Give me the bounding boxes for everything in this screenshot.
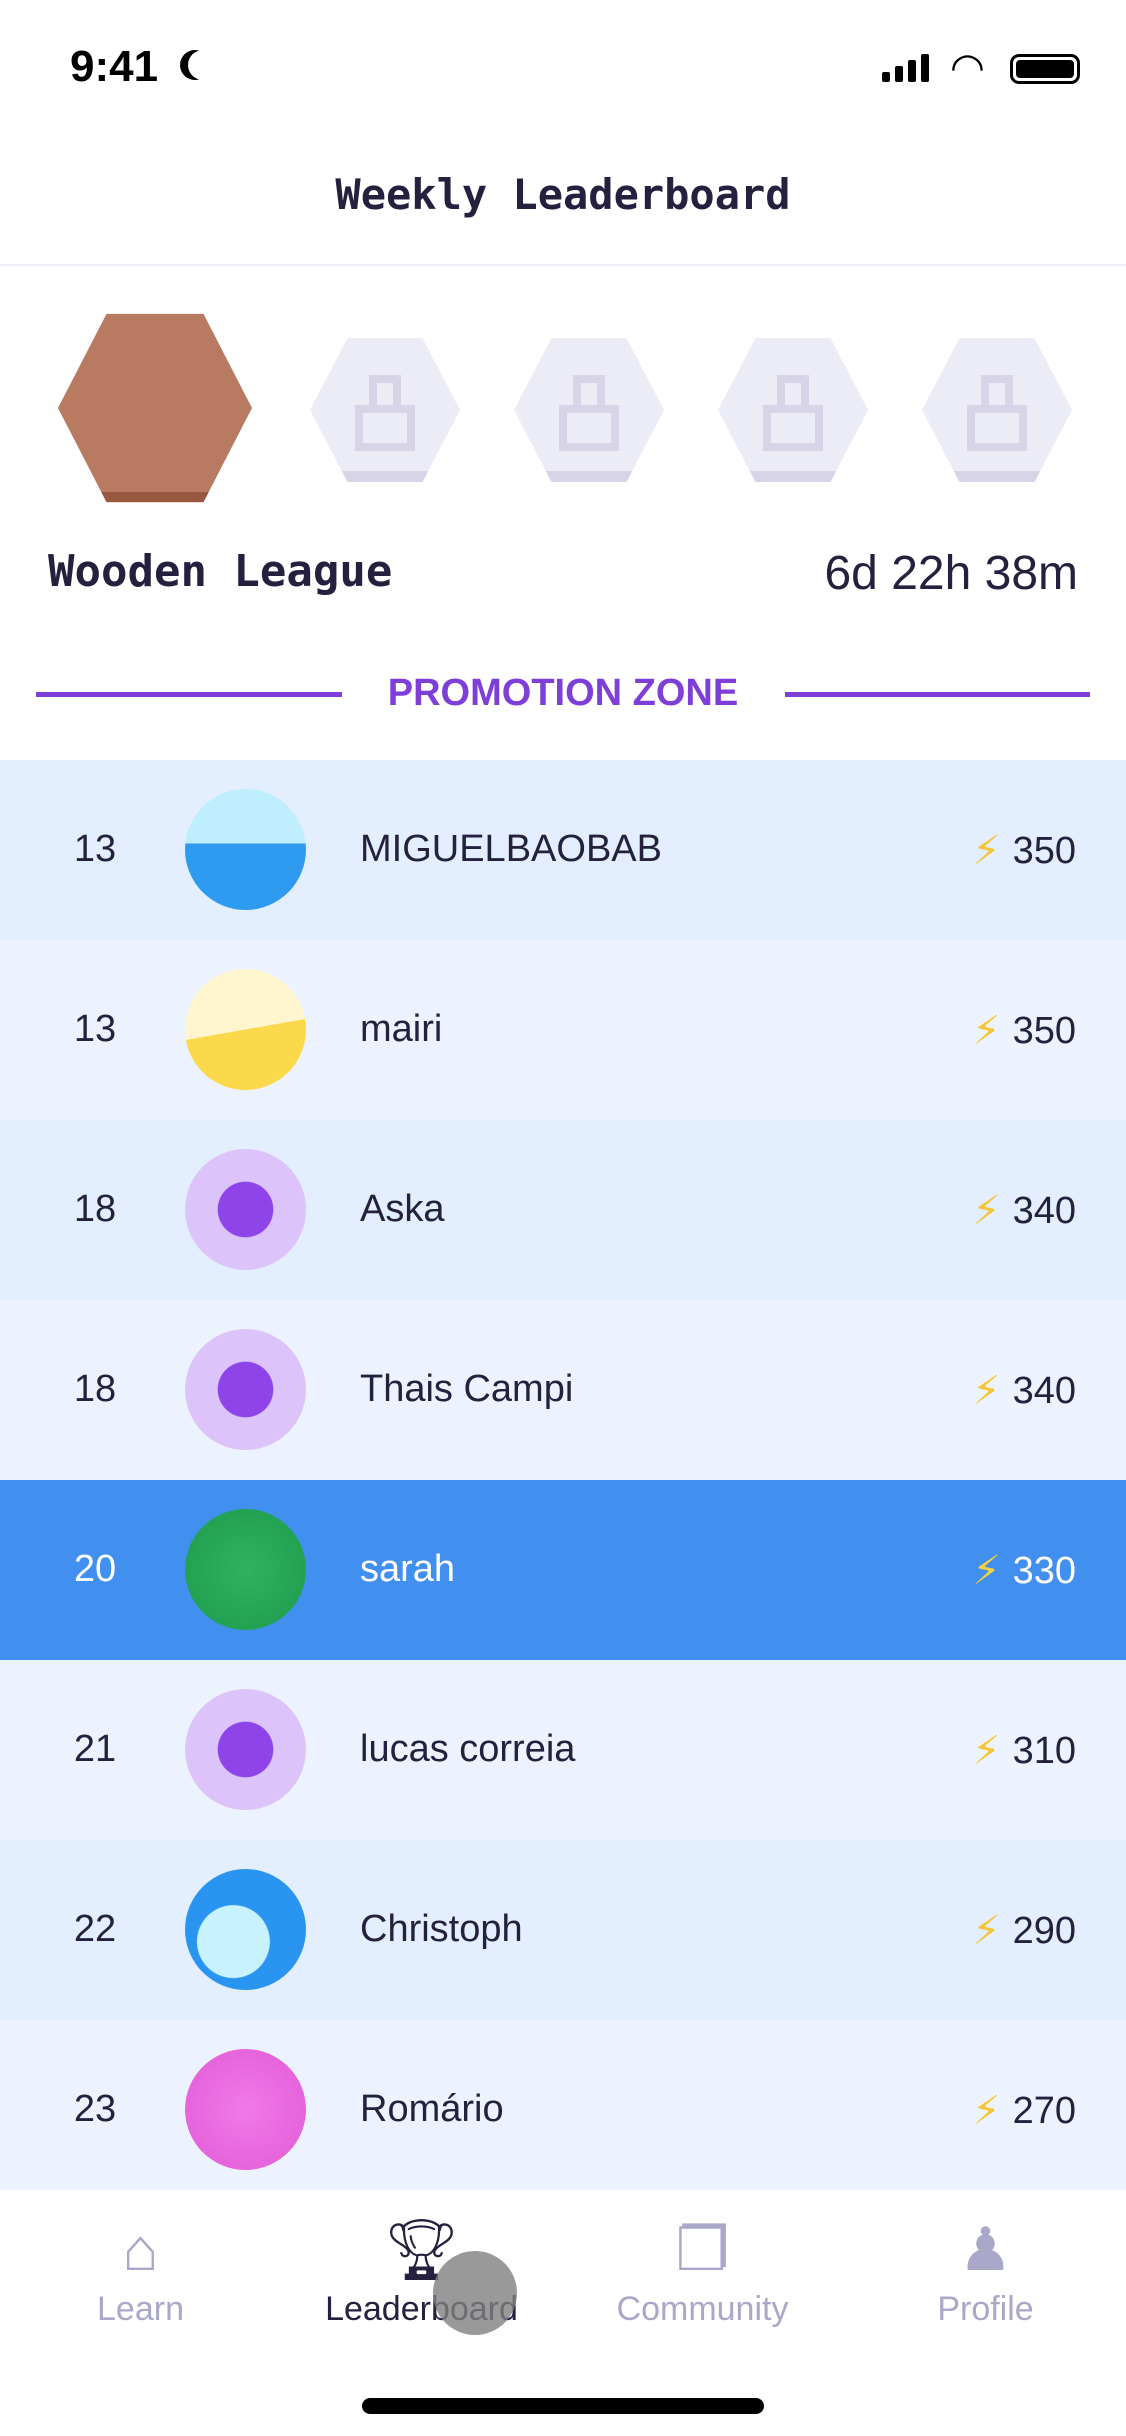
- league-badges: [0, 310, 1126, 510]
- person-icon: ♟︎: [958, 2216, 1013, 2283]
- sand-avatar: [185, 969, 306, 1090]
- lightning-bolt-icon: ⚡︎: [972, 1909, 1001, 1953]
- xp-score: ⚡︎ 350: [973, 1008, 1077, 1054]
- tab-profile[interactable]: ♟︎ Profile: [845, 2210, 1126, 2329]
- tab-label: Leaderboard: [325, 2290, 518, 2328]
- cube-avatar: [185, 1689, 306, 1810]
- locked-league-badge[interactable]: [514, 338, 664, 482]
- status-bar: 9:41 ◠: [0, 0, 1126, 135]
- rank: 21: [73, 1728, 117, 1770]
- graduation-cap-icon: ⌂: [122, 2216, 159, 2283]
- leaderboard-row[interactable]: 22 Christoph ⚡︎ 290: [0, 1840, 1126, 2020]
- xp-value: 340: [1012, 1189, 1076, 1232]
- tab-learn[interactable]: ⌂ Learn: [0, 2210, 281, 2329]
- promotion-zone-divider: PROMOTION ZONE: [0, 670, 1126, 720]
- leaderboard-row[interactable]: 18 Thais Campi ⚡︎ 340: [0, 1300, 1126, 1480]
- user-name: Aska: [360, 1188, 445, 1230]
- lock-icon: [559, 375, 619, 451]
- lightning-bolt-icon: ⚡︎: [972, 1549, 1001, 1593]
- tab-label: Profile: [937, 2290, 1034, 2328]
- promotion-zone-label: PROMOTION ZONE: [387, 672, 739, 714]
- cellular-signal-icon: [882, 52, 929, 82]
- tab-label: Community: [616, 2290, 789, 2328]
- rank: 13: [73, 828, 117, 870]
- lock-icon: [967, 375, 1027, 451]
- leaderboard-row[interactable]: 18 Aska ⚡︎ 340: [0, 1120, 1126, 1300]
- tab-community[interactable]: ❐ Community: [562, 2210, 843, 2329]
- wooden-league-badge[interactable]: [58, 313, 252, 503]
- rank: 18: [73, 1188, 117, 1230]
- status-time: 9:41: [70, 42, 159, 91]
- rank: 13: [73, 1008, 117, 1050]
- xp-score: ⚡︎ 350: [973, 828, 1077, 874]
- lightning-bolt-icon: ⚡︎: [972, 829, 1001, 873]
- locked-league-badge[interactable]: [718, 338, 868, 482]
- tab-label: Learn: [97, 2290, 184, 2328]
- user-name: mairi: [360, 1008, 443, 1050]
- lightning-bolt-icon: ⚡︎: [972, 1009, 1001, 1053]
- pink-pattern-avatar: [185, 2049, 306, 2170]
- xp-value: 340: [1012, 1369, 1076, 1412]
- moon-icon: [188, 50, 218, 80]
- lightning-bolt-icon: ⚡︎: [972, 1189, 1001, 1233]
- lock-icon: [355, 375, 415, 451]
- leaderboard-row[interactable]: 23 Romário ⚡︎ 270: [0, 2020, 1126, 2200]
- rank: 22: [73, 1908, 117, 1950]
- user-name: sarah: [360, 1548, 456, 1590]
- xp-score: ⚡︎ 340: [973, 1368, 1077, 1414]
- xp-value: 310: [1012, 1729, 1076, 1772]
- user-name: Romário: [360, 2088, 504, 2130]
- xp-value: 350: [1012, 829, 1076, 872]
- leaderboard-row[interactable]: 13 MIGUELBAOBAB ⚡︎ 350: [0, 760, 1126, 940]
- lock-icon: [763, 375, 823, 451]
- binary-avatar: [185, 1509, 306, 1630]
- leaderboard-row-current-user[interactable]: 20 sarah ⚡︎ 330: [0, 1480, 1126, 1660]
- header-divider: [0, 264, 1126, 266]
- water-avatar: [185, 789, 306, 910]
- leaderboard-list: 13 MIGUELBAOBAB ⚡︎ 350 13 mairi ⚡︎ 350 18 As…: [0, 760, 1126, 2200]
- xp-value: 270: [1012, 2089, 1076, 2132]
- cube-avatar: [185, 1329, 306, 1450]
- rank: 18: [73, 1368, 117, 1410]
- touch-indicator: [433, 2251, 517, 2335]
- xp-score: ⚡︎ 290: [973, 1908, 1077, 1954]
- trophy-icon: 🏆︎: [383, 2216, 460, 2283]
- lightning-bolt-icon: ⚡︎: [972, 2089, 1001, 2133]
- user-name: lucas correia: [360, 1728, 576, 1770]
- xp-score: ⚡︎ 270: [973, 2088, 1077, 2134]
- xp-value: 350: [1012, 1009, 1076, 1052]
- wave-avatar: [185, 1869, 306, 1990]
- xp-score: ⚡︎ 330: [973, 1548, 1077, 1594]
- leaderboard-row[interactable]: 13 mairi ⚡︎ 350: [0, 940, 1126, 1120]
- xp-score: ⚡︎ 310: [973, 1728, 1077, 1774]
- xp-value: 330: [1012, 1549, 1076, 1592]
- tab-leaderboard[interactable]: 🏆︎ Leaderboard: [281, 2210, 562, 2329]
- locked-league-badge[interactable]: [310, 338, 460, 482]
- home-indicator[interactable]: [362, 2398, 764, 2414]
- battery-icon: [1010, 54, 1080, 84]
- league-name: Wooden League: [48, 546, 393, 597]
- locked-league-badge[interactable]: [922, 338, 1072, 482]
- cube-avatar: [185, 1149, 306, 1270]
- lightning-bolt-icon: ⚡︎: [972, 1729, 1001, 1773]
- rank: 20: [73, 1548, 117, 1590]
- xp-score: ⚡︎ 340: [973, 1188, 1077, 1234]
- rank: 23: [73, 2088, 117, 2130]
- user-name: Thais Campi: [360, 1368, 574, 1410]
- leaderboard-row[interactable]: 21 lucas correia ⚡︎ 310: [0, 1660, 1126, 1840]
- page-title: Weekly Leaderboard: [335, 170, 791, 219]
- wifi-icon: ◠: [950, 46, 985, 90]
- league-timer: 6d 22h 38m: [824, 547, 1078, 600]
- lightning-bolt-icon: ⚡︎: [972, 1369, 1001, 1413]
- user-name: MIGUELBAOBAB: [360, 828, 662, 870]
- xp-value: 290: [1012, 1909, 1076, 1952]
- user-name: Christoph: [360, 1908, 523, 1950]
- chat-bubbles-icon: ❐: [675, 2216, 730, 2283]
